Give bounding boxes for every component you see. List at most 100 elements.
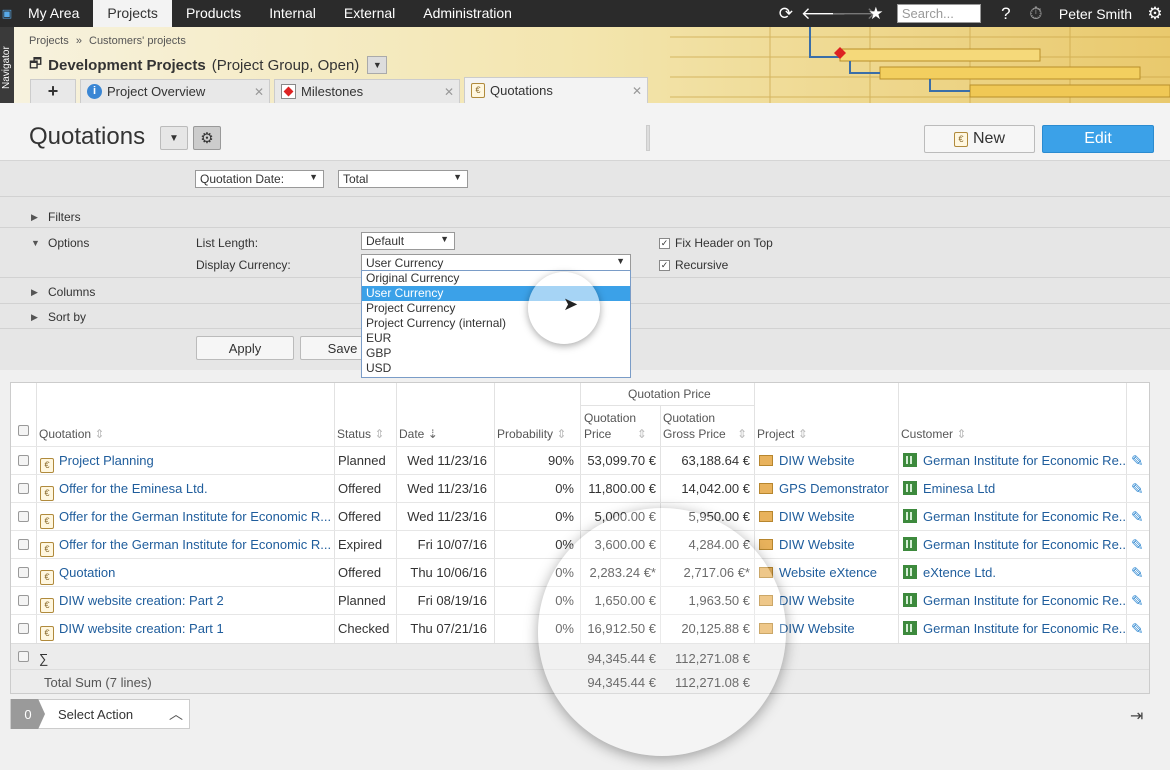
columns-toggle[interactable]: ▶ Columns — [31, 285, 95, 299]
project-cell[interactable]: DIW Website — [759, 509, 897, 524]
customer-link[interactable]: German Institute for Economic Re... — [923, 621, 1125, 636]
search-input[interactable]: Search... — [896, 4, 981, 23]
sort-by-toggle[interactable]: ▶ Sort by — [31, 310, 86, 324]
breadcrumb-projects[interactable]: Projects — [29, 35, 69, 47]
project-link[interactable]: GPS Demonstrator — [779, 481, 889, 496]
row-checkbox[interactable] — [18, 623, 29, 634]
app-logo-icon[interactable]: ▣ — [0, 0, 14, 27]
settings-gear-icon[interactable]: ⚙ — [1140, 4, 1170, 24]
project-cell[interactable]: DIW Website — [759, 453, 897, 468]
quotation-link[interactable]: DIW website creation: Part 2 — [59, 593, 224, 608]
user-menu[interactable]: Peter Smith — [1051, 6, 1140, 22]
column-header-probability[interactable]: Probability ⇕ — [497, 427, 566, 441]
forward-arrow-icon[interactable]: 🡒 — [831, 4, 877, 24]
column-header-date[interactable]: Date ⇣ — [399, 427, 438, 441]
grouping-first-select[interactable]: Quotation Date: ▼ — [195, 170, 324, 188]
column-header-customer[interactable]: Customer ⇕ — [901, 427, 966, 441]
nav-projects[interactable]: Projects — [93, 0, 172, 27]
project-cell[interactable]: DIW Website — [759, 621, 897, 636]
customer-link[interactable]: German Institute for Economic Re... — [923, 593, 1125, 608]
breadcrumb-customers-projects[interactable]: Customers' projects — [89, 35, 186, 47]
row-checkbox[interactable] — [18, 455, 29, 466]
quotation-cell[interactable]: € Offer for the German Institute for Econ… — [40, 537, 330, 557]
row-checkbox[interactable] — [18, 595, 29, 606]
table-row[interactable]: € Project Planning Planned Wed 11/23/16 90% 5… — [11, 446, 1149, 474]
quotation-link[interactable]: Project Planning — [59, 453, 154, 468]
back-arrow-icon[interactable]: 🡐 — [801, 4, 847, 24]
close-icon[interactable]: ✕ — [632, 84, 642, 98]
fix-header-checkbox[interactable]: ✓ Fix Header on Top — [659, 236, 773, 250]
row-checkbox[interactable] — [18, 539, 29, 550]
quotation-link[interactable]: DIW website creation: Part 1 — [59, 621, 224, 636]
column-header-quotation[interactable]: Quotation ⇕ — [39, 427, 104, 441]
project-link[interactable]: DIW Website — [779, 453, 855, 468]
edit-button[interactable]: Edit — [1042, 125, 1154, 153]
edit-icon[interactable]: ✎ — [1131, 452, 1144, 470]
options-toggle[interactable]: ▼ Options — [31, 236, 89, 250]
project-link[interactable]: DIW Website — [779, 593, 855, 608]
project-link[interactable]: Website eXtence — [779, 565, 877, 580]
row-checkbox[interactable] — [18, 483, 29, 494]
add-tab-button[interactable]: + — [30, 79, 76, 103]
row-checkbox[interactable] — [18, 511, 29, 522]
quotation-cell[interactable]: € Quotation — [40, 565, 330, 585]
new-button[interactable]: € New — [924, 125, 1035, 153]
view-dropdown-button[interactable]: ▼ — [160, 126, 188, 150]
project-link[interactable]: DIW Website — [779, 509, 855, 524]
apply-button[interactable]: Apply — [196, 336, 294, 360]
nav-administration[interactable]: Administration — [409, 0, 526, 27]
edit-icon[interactable]: ✎ — [1131, 508, 1144, 526]
nav-external[interactable]: External — [330, 0, 409, 27]
quotation-link[interactable]: Offer for the German Institute for Econo… — [59, 509, 330, 524]
column-header-status[interactable]: Status ⇕ — [337, 427, 384, 441]
sum-row-checkbox[interactable] — [18, 651, 29, 662]
refresh-icon[interactable]: ⟳ — [771, 4, 801, 24]
navigator-toggle[interactable]: Navigator — [0, 27, 14, 103]
close-icon[interactable]: ✕ — [444, 85, 454, 99]
nav-products[interactable]: Products — [172, 0, 255, 27]
customer-link[interactable]: Eminesa Ltd — [923, 481, 995, 496]
project-cell[interactable]: DIW Website — [759, 593, 897, 608]
help-icon[interactable]: ? — [991, 4, 1021, 24]
tab-milestones[interactable]: Milestones ✕ — [274, 79, 460, 103]
quotation-cell[interactable]: € DIW website creation: Part 2 — [40, 593, 330, 613]
project-link[interactable]: DIW Website — [779, 537, 855, 552]
tab-quotations[interactable]: € Quotations ✕ — [464, 77, 648, 103]
table-row[interactable]: € Quotation Offered Thu 10/06/16 0% 2,283.24 … — [11, 558, 1149, 586]
customer-link[interactable]: German Institute for Economic Re... — [923, 509, 1125, 524]
column-header-gross-price[interactable]: Quotation Gross Price ⇕ — [663, 410, 747, 442]
recursive-checkbox[interactable]: ✓ Recursive — [659, 258, 728, 272]
column-header-project[interactable]: Project ⇕ — [757, 427, 808, 441]
quotation-cell[interactable]: € DIW website creation: Part 1 — [40, 621, 330, 641]
customer-cell[interactable]: German Institute for Economic Re... — [903, 509, 1125, 524]
select-all-checkbox[interactable] — [18, 425, 29, 436]
customer-cell[interactable]: German Institute for Economic Re... — [903, 453, 1125, 468]
nav-my-area[interactable]: My Area — [14, 0, 93, 27]
customer-link[interactable]: eXtence Ltd. — [923, 565, 996, 580]
grouping-second-select[interactable]: Total ▼ — [338, 170, 468, 188]
edit-icon[interactable]: ✎ — [1131, 592, 1144, 610]
customer-cell[interactable]: German Institute for Economic Re... — [903, 537, 1125, 552]
nav-internal[interactable]: Internal — [255, 0, 330, 27]
quotation-link[interactable]: Quotation — [59, 565, 115, 580]
quotation-cell[interactable]: € Offer for the Eminesa Ltd. — [40, 481, 330, 501]
quotation-link[interactable]: Offer for the German Institute for Econo… — [59, 537, 330, 552]
edit-icon[interactable]: ✎ — [1131, 536, 1144, 554]
column-header-quotation-price[interactable]: Quotation Price ⇕ — [584, 410, 647, 442]
close-icon[interactable]: ✕ — [254, 85, 264, 99]
quotation-link[interactable]: Offer for the Eminesa Ltd. — [59, 481, 208, 496]
table-row[interactable]: € Offer for the German Institute for Econ… — [11, 530, 1149, 558]
edit-icon[interactable]: ✎ — [1131, 480, 1144, 498]
table-row[interactable]: € Offer for the German Institute for Econ… — [11, 502, 1149, 530]
favorites-star-icon[interactable]: ★ — [861, 4, 891, 24]
project-link[interactable]: DIW Website — [779, 621, 855, 636]
customer-link[interactable]: German Institute for Economic Re... — [923, 453, 1125, 468]
view-settings-gear-icon[interactable]: ⚙ — [193, 126, 221, 150]
filters-toggle[interactable]: ▶ Filters — [31, 210, 81, 224]
edit-icon[interactable]: ✎ — [1131, 620, 1144, 638]
project-cell[interactable]: GPS Demonstrator — [759, 481, 897, 496]
customer-cell[interactable]: German Institute for Economic Re... — [903, 593, 1125, 608]
currency-option[interactable]: USD — [362, 361, 630, 376]
export-icon[interactable]: ⇥ — [1130, 706, 1143, 726]
currency-option[interactable]: EUR — [362, 331, 630, 346]
